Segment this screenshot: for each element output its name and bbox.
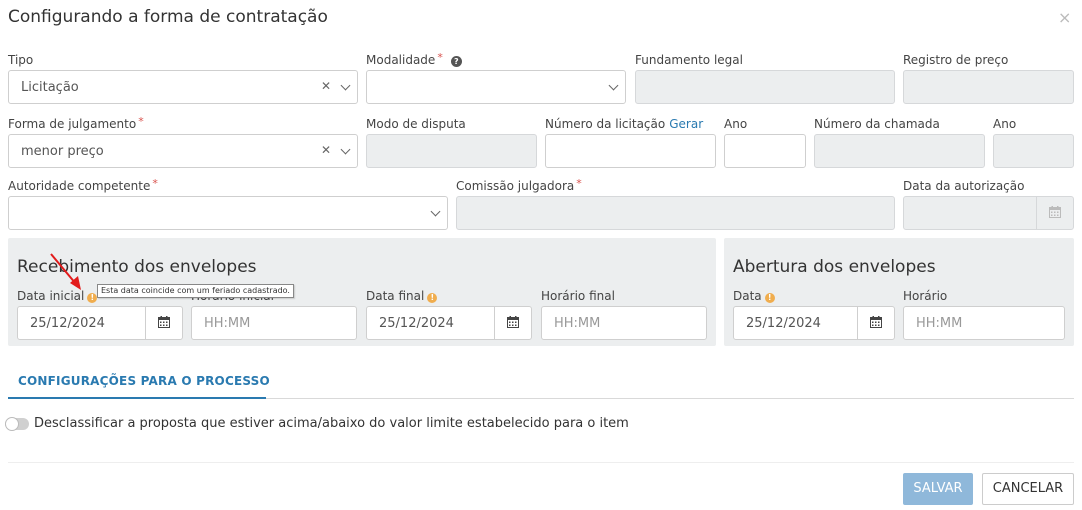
numero-chamada-label: Número da chamada: [814, 117, 940, 131]
ano-chamada-label: Ano: [993, 117, 1017, 131]
data-autorizacao-label: Data da autorização: [903, 179, 1025, 193]
comissao-field: [456, 196, 895, 230]
chevron-down-icon[interactable]: [430, 206, 441, 217]
data-inicial-label: Data inicial!: [17, 289, 98, 303]
abertura-data-value: 25/12/2024: [746, 316, 821, 331]
calendar-icon: [158, 316, 170, 328]
desclassificar-label: Desclassificar a proposta que estiver ac…: [34, 416, 629, 431]
abertura-horario-input[interactable]: HH:MM: [903, 306, 1065, 340]
fundamento-label: Fundamento legal: [635, 53, 743, 67]
calendar-button[interactable]: [145, 307, 182, 339]
horario-final-label: Horário final: [541, 289, 615, 303]
calendar-icon: [870, 316, 882, 328]
horario-inicial-input[interactable]: HH:MM: [191, 306, 357, 340]
calendar-button: [1036, 197, 1073, 229]
autoridade-label: Autoridade competente *: [8, 177, 158, 193]
abertura-title: Abertura dos envelopes: [733, 257, 936, 277]
question-icon[interactable]: ?: [450, 56, 462, 67]
calendar-icon: [507, 316, 519, 328]
save-button[interactable]: SALVAR: [903, 473, 973, 505]
disputa-label: Modo de disputa: [366, 117, 466, 131]
data-inicial-value: 25/12/2024: [30, 316, 105, 331]
abertura-data-input[interactable]: 25/12/2024: [733, 306, 895, 340]
disputa-field: [366, 134, 537, 168]
abertura-data-label: Data!: [733, 289, 775, 303]
modalidade-select[interactable]: [366, 70, 626, 104]
cancel-button[interactable]: CANCELAR: [982, 473, 1074, 505]
chevron-down-icon[interactable]: [340, 144, 351, 155]
horario-final-input[interactable]: HH:MM: [541, 306, 707, 340]
ano-label: Ano: [724, 117, 748, 131]
julgamento-select[interactable]: menor preço ✕: [8, 134, 358, 168]
desclassificar-toggle[interactable]: [5, 417, 29, 431]
data-final-input[interactable]: 25/12/2024: [366, 306, 532, 340]
numero-licitacao-label: Número da licitação Gerar: [545, 117, 704, 131]
warning-icon[interactable]: !: [87, 293, 98, 303]
tipo-value: Licitação: [21, 80, 79, 95]
julgamento-label: Forma de julgamento *: [8, 115, 144, 131]
holiday-tooltip: Esta data coincide com um feriado cadast…: [97, 284, 294, 298]
numero-chamada-field: [814, 134, 985, 168]
calendar-button[interactable]: [857, 307, 894, 339]
data-final-label: Data final!: [366, 289, 438, 303]
abertura-horario-placeholder: HH:MM: [916, 316, 963, 331]
tab-configuracoes-processo[interactable]: CONFIGURAÇÕES PARA O PROCESSO: [18, 374, 270, 388]
calendar-icon: [1049, 206, 1061, 218]
chevron-down-icon[interactable]: [608, 80, 619, 91]
toggle-knob: [5, 417, 19, 431]
data-autorizacao-field: [903, 196, 1074, 230]
ano-input[interactable]: [724, 134, 806, 168]
data-final-value: 25/12/2024: [379, 316, 454, 331]
close-icon[interactable]: ×: [1058, 8, 1071, 27]
numero-licitacao-input[interactable]: [545, 134, 716, 168]
tipo-select[interactable]: Licitação ✕: [8, 70, 358, 104]
fundamento-field: [635, 70, 895, 104]
recebimento-title: Recebimento dos envelopes: [17, 257, 257, 277]
julgamento-value: menor preço: [21, 144, 104, 159]
tipo-label: Tipo: [8, 53, 34, 67]
calendar-button[interactable]: [494, 307, 531, 339]
abertura-horario-label: Horário: [903, 289, 948, 303]
registro-field: [903, 70, 1074, 104]
footer-divider: [8, 462, 1074, 463]
autoridade-select[interactable]: [8, 196, 448, 230]
comissao-label: Comissão julgadora *: [456, 177, 582, 193]
horario-inicial-placeholder: HH:MM: [204, 316, 251, 331]
ano-chamada-field: [993, 134, 1074, 168]
registro-label: Registro de preço: [903, 53, 1009, 67]
clear-icon[interactable]: ✕: [321, 79, 331, 93]
chevron-down-icon[interactable]: [340, 80, 351, 91]
modal-title: Configurando a forma de contratação: [8, 7, 328, 27]
tab-active-indicator: [8, 397, 266, 399]
data-inicial-input[interactable]: 25/12/2024: [17, 306, 183, 340]
warning-icon[interactable]: !: [427, 293, 438, 303]
gerar-link[interactable]: Gerar: [669, 117, 703, 131]
warning-icon[interactable]: !: [764, 293, 775, 303]
horario-final-placeholder: HH:MM: [554, 316, 601, 331]
modalidade-label: Modalidade *?: [366, 51, 462, 67]
clear-icon[interactable]: ✕: [321, 143, 331, 157]
